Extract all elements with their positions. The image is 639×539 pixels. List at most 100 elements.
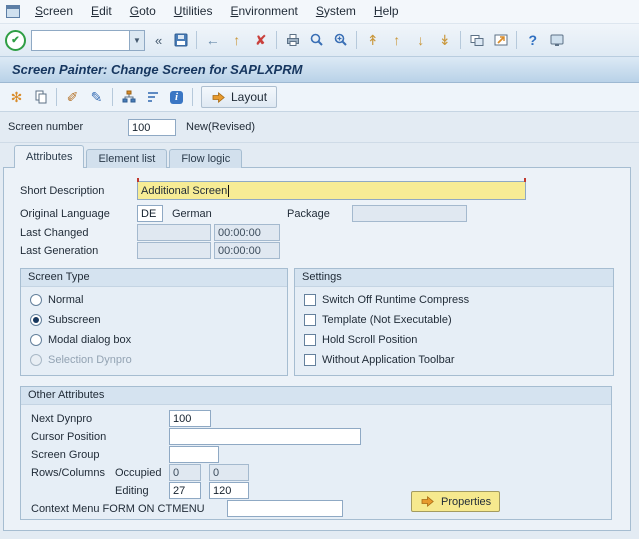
- print-icon[interactable]: [281, 29, 304, 51]
- tab-flow-logic[interactable]: Flow logic: [169, 149, 243, 168]
- pencil-icon[interactable]: ✎: [85, 86, 108, 108]
- menu-item-utilities[interactable]: Utilities: [165, 0, 222, 23]
- occupied-columns-field: [209, 464, 249, 481]
- occupied-rows-field: [169, 464, 201, 481]
- enter-button[interactable]: ✔: [4, 29, 27, 51]
- toolbar-separator: [112, 88, 113, 106]
- layout-button-label: Layout: [231, 90, 268, 104]
- radio-selected-icon: [30, 314, 42, 326]
- menu-item-screen[interactable]: Screen: [26, 0, 82, 23]
- copy-icon[interactable]: [29, 86, 52, 108]
- cursor-position-label: Cursor Position: [31, 431, 107, 443]
- brush-icon[interactable]: ✐: [61, 86, 84, 108]
- radio-normal[interactable]: Normal: [30, 294, 83, 306]
- system-menu-icon[interactable]: [6, 5, 20, 18]
- editing-rows-field[interactable]: [169, 482, 201, 499]
- menu-item-goto[interactable]: Goto: [121, 0, 165, 23]
- screen-group-field[interactable]: [169, 446, 219, 463]
- checkbox-label: Hold Scroll Position: [322, 334, 418, 346]
- checkbox-label: Template (Not Executable): [322, 314, 452, 326]
- checkbox-icon: [304, 334, 316, 346]
- hierarchy-icon[interactable]: [117, 86, 140, 108]
- info-icon[interactable]: i: [165, 86, 188, 108]
- properties-button-label: Properties: [441, 495, 492, 508]
- back-icon[interactable]: ←: [201, 29, 224, 51]
- command-field[interactable]: [31, 29, 129, 51]
- cancel-icon[interactable]: ✘: [249, 29, 272, 51]
- context-menu-label: Context Menu FORM ON CTMENU: [31, 503, 205, 515]
- short-description-value: Additional Screen: [141, 184, 228, 197]
- menu-bar: Screen Edit Goto Utilities Environment S…: [0, 0, 639, 24]
- screen-type-group-title: Screen Type: [21, 269, 287, 287]
- menu-item-environment[interactable]: Environment: [221, 0, 306, 23]
- radio-modal-dialog-box[interactable]: Modal dialog box: [30, 334, 131, 346]
- toolbar-separator: [196, 31, 198, 49]
- checkbox-template-not-executable[interactable]: Template (Not Executable): [304, 314, 452, 326]
- toolbar-separator: [276, 31, 278, 49]
- settings-group: Settings Switch Off Runtime Compress Tem…: [294, 268, 614, 376]
- checkbox-icon: [304, 354, 316, 366]
- radio-label: Subscreen: [48, 314, 101, 326]
- find-icon[interactable]: [305, 29, 328, 51]
- radio-subscreen[interactable]: Subscreen: [30, 314, 101, 326]
- original-language-label: Original Language: [20, 208, 110, 220]
- status-text: New(Revised): [186, 121, 256, 133]
- enter-check-icon: ✔: [5, 29, 26, 51]
- collapse-toolbar-button[interactable]: «: [149, 33, 168, 48]
- original-language-field[interactable]: [137, 205, 163, 222]
- customize-layout-icon[interactable]: [545, 29, 568, 51]
- shortcut-icon[interactable]: [489, 29, 512, 51]
- checkbox-switch-off-runtime-compress[interactable]: Switch Off Runtime Compress: [304, 294, 469, 306]
- help-icon[interactable]: ?: [521, 29, 544, 51]
- sort-list-icon[interactable]: [141, 86, 164, 108]
- context-menu-field[interactable]: [227, 500, 343, 517]
- language-name-text: German: [172, 208, 212, 220]
- menu-item-help[interactable]: Help: [365, 0, 408, 23]
- screen-group-label: Screen Group: [31, 449, 100, 461]
- last-generation-time-field: [214, 242, 280, 259]
- cursor-position-field[interactable]: [169, 428, 361, 445]
- short-description-field[interactable]: Additional Screen: [137, 178, 526, 200]
- radio-icon: [30, 334, 42, 346]
- application-toolbar: ✻ ✐ ✎ i Layout: [0, 83, 639, 112]
- last-changed-time-field: [214, 224, 280, 241]
- other-attributes-group: Other Attributes Next Dynpro Cursor Posi…: [20, 386, 612, 520]
- editing-columns-field[interactable]: [209, 482, 249, 499]
- wand-icon[interactable]: ✻: [5, 86, 28, 108]
- menu-item-system[interactable]: System: [307, 0, 365, 23]
- last-changed-label: Last Changed: [20, 227, 89, 239]
- find-next-icon[interactable]: [329, 29, 352, 51]
- next-page-icon[interactable]: ↓: [409, 29, 432, 51]
- save-icon[interactable]: [169, 29, 192, 51]
- command-dropdown-icon[interactable]: ▼: [129, 29, 145, 51]
- checkbox-hold-scroll-position[interactable]: Hold Scroll Position: [304, 334, 417, 346]
- title-bar: Screen Painter: Change Screen for SAPLXP…: [0, 57, 639, 83]
- tab-attributes[interactable]: Attributes: [14, 145, 85, 168]
- checkbox-label: Without Application Toolbar: [322, 354, 455, 366]
- checkbox-without-application-toolbar[interactable]: Without Application Toolbar: [304, 354, 455, 366]
- first-page-icon[interactable]: ↟: [361, 29, 384, 51]
- package-field[interactable]: [352, 205, 467, 222]
- last-generation-date-field: [137, 242, 211, 259]
- attributes-panel: Short Description Additional Screen Orig…: [3, 167, 631, 531]
- tab-element-list[interactable]: Element list: [86, 149, 168, 168]
- screen-number-label: Screen number: [8, 121, 84, 133]
- checkbox-icon: [304, 314, 316, 326]
- toolbar-separator: [192, 88, 193, 106]
- settings-group-title: Settings: [295, 269, 613, 287]
- layout-arrow-icon: [212, 91, 225, 103]
- toolbar-separator: [516, 31, 518, 49]
- next-dynpro-label: Next Dynpro: [31, 413, 93, 425]
- exit-icon[interactable]: ↑: [225, 29, 248, 51]
- layout-button[interactable]: Layout: [201, 86, 278, 108]
- properties-button[interactable]: Properties: [411, 491, 501, 512]
- last-page-icon[interactable]: ↡: [433, 29, 456, 51]
- tab-strip: Attributes Element list Flow logic: [14, 145, 244, 168]
- screen-type-group: Screen Type Normal Subscreen Modal dialo…: [20, 268, 288, 376]
- new-session-icon[interactable]: [465, 29, 488, 51]
- package-label: Package: [287, 208, 330, 220]
- next-dynpro-field[interactable]: [169, 410, 211, 427]
- previous-page-icon[interactable]: ↑: [385, 29, 408, 51]
- menu-item-edit[interactable]: Edit: [82, 0, 121, 23]
- screen-number-field[interactable]: [128, 119, 176, 136]
